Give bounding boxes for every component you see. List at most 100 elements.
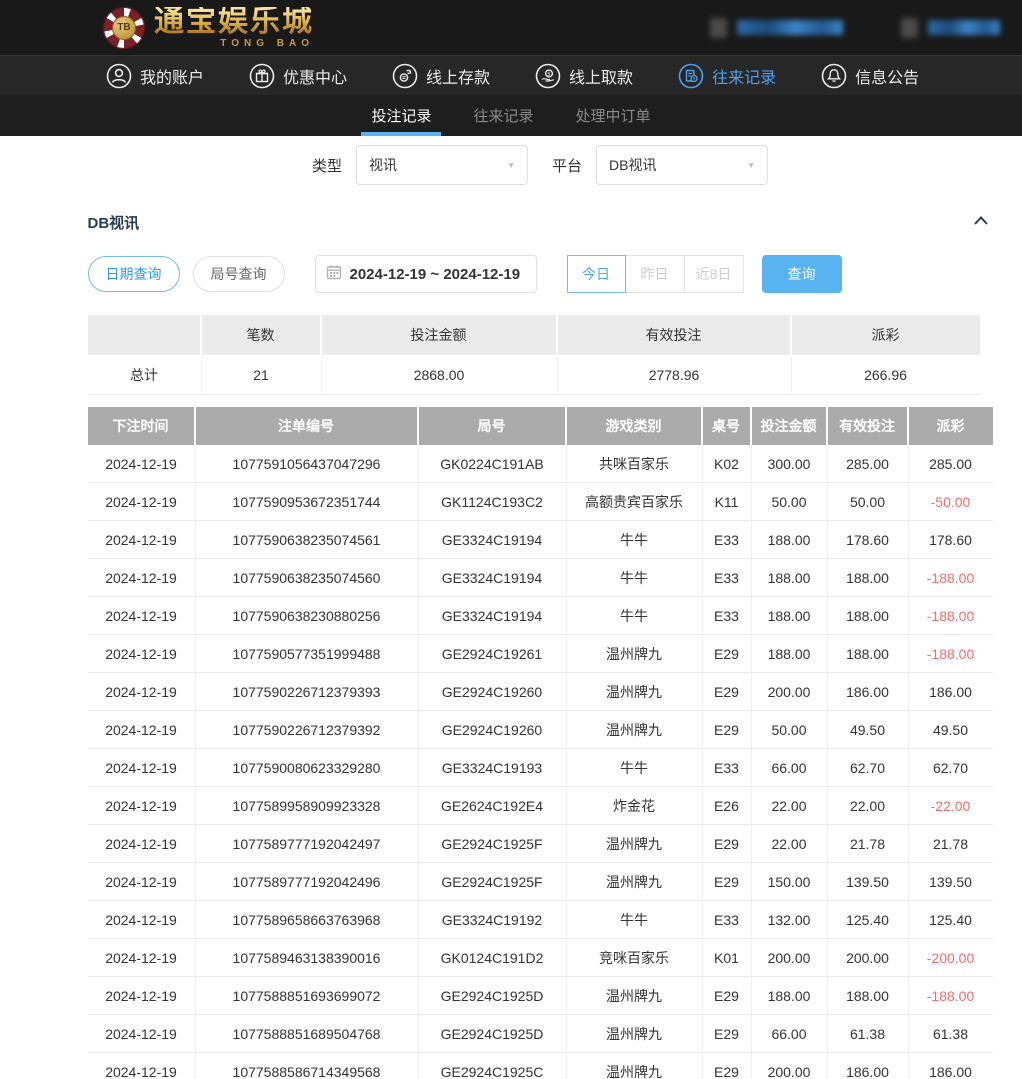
nav-item-deposit[interactable]: 线上存款 bbox=[392, 63, 490, 89]
cell-valid-bet: 186.00 bbox=[828, 1053, 909, 1079]
cell-bet-time: 2024-12-19 bbox=[88, 673, 196, 711]
yesterday-button[interactable]: 昨日 bbox=[626, 255, 685, 293]
summary-valid-bet: 2778.96 bbox=[558, 355, 792, 395]
search-button[interactable]: 查询 bbox=[762, 255, 842, 293]
table-row: 2024-12-19 1077588586714349568 GE2924C19… bbox=[88, 1053, 993, 1079]
cell-table-no: E33 bbox=[703, 749, 752, 787]
cell-bet-time: 2024-12-19 bbox=[88, 1015, 196, 1053]
date-range-value: 2024-12-19 ~ 2024-12-19 bbox=[350, 266, 521, 283]
cell-valid-bet: 188.00 bbox=[828, 597, 909, 635]
tab-pending-orders[interactable]: 处理中订单 bbox=[574, 95, 653, 136]
cell-round-no: GK1124C193C2 bbox=[419, 483, 567, 521]
user-balance-redacted[interactable] bbox=[710, 18, 843, 38]
chip-monogram: TB bbox=[112, 16, 136, 40]
round-query-button[interactable]: 局号查询 bbox=[193, 256, 285, 292]
cell-valid-bet: 188.00 bbox=[828, 635, 909, 673]
collapse-section-button[interactable] bbox=[969, 211, 993, 233]
table-row: 2024-12-19 1077590638235074561 GE3324C19… bbox=[88, 521, 993, 559]
casino-chip-icon: TB bbox=[103, 7, 145, 49]
cell-payout: -188.00 bbox=[909, 597, 993, 635]
cell-bet-amount: 188.00 bbox=[752, 521, 828, 559]
cell-bet-amount: 22.00 bbox=[752, 787, 828, 825]
col-header-order-no: 注单编号 bbox=[196, 407, 419, 445]
cell-bet-amount: 188.00 bbox=[752, 559, 828, 597]
cell-order-no: 1077590080623329280 bbox=[196, 749, 419, 787]
cell-order-no: 1077590226712379392 bbox=[196, 711, 419, 749]
platform-filter-label: 平台 bbox=[552, 155, 582, 176]
type-select-value: 视讯 bbox=[369, 155, 507, 175]
site-logo[interactable]: TB 通宝娱乐城 TONG BAO bbox=[103, 7, 314, 49]
nav-item-announcements[interactable]: 信息公告 bbox=[821, 63, 919, 89]
cell-bet-time: 2024-12-19 bbox=[88, 711, 196, 749]
cell-bet-time: 2024-12-19 bbox=[88, 977, 196, 1015]
summary-header-valid-bet: 有效投注 bbox=[558, 315, 792, 355]
user-icon bbox=[106, 63, 132, 89]
svg-text:$: $ bbox=[547, 71, 551, 77]
summary-payout: 266.96 bbox=[792, 355, 980, 395]
cell-game-type: 牛牛 bbox=[567, 521, 703, 559]
cell-payout: -188.00 bbox=[909, 635, 993, 673]
nav-label: 线上存款 bbox=[426, 64, 490, 88]
cell-order-no: 1077590953672351744 bbox=[196, 483, 419, 521]
cell-order-no: 1077588851689504768 bbox=[196, 1015, 419, 1053]
summary-header-count: 笔数 bbox=[202, 315, 322, 355]
cell-valid-bet: 62.70 bbox=[828, 749, 909, 787]
nav-item-withdraw[interactable]: $ 线上取款 bbox=[535, 63, 633, 89]
cell-bet-amount: 66.00 bbox=[752, 749, 828, 787]
cell-game-type: 温州牌九 bbox=[567, 711, 703, 749]
platform-select[interactable]: DB视讯 ▼ bbox=[596, 145, 768, 185]
cell-bet-amount: 66.00 bbox=[752, 1015, 828, 1053]
table-row: 2024-12-19 1077590638235074560 GE3324C19… bbox=[88, 559, 993, 597]
cell-bet-amount: 200.00 bbox=[752, 1053, 828, 1079]
date-query-button[interactable]: 日期查询 bbox=[88, 256, 180, 292]
col-header-bet-amount: 投注金额 bbox=[752, 407, 828, 445]
nav-item-records[interactable]: 往来记录 bbox=[678, 63, 776, 89]
cell-bet-amount: 188.00 bbox=[752, 977, 828, 1015]
today-button[interactable]: 今日 bbox=[567, 255, 626, 293]
cell-payout: 125.40 bbox=[909, 901, 993, 939]
bet-records-table: 下注时间 注单编号 局号 游戏类别 桌号 投注金额 有效投注 派彩 2024-1… bbox=[88, 407, 993, 1079]
cell-game-type: 牛牛 bbox=[567, 597, 703, 635]
table-row: 2024-12-19 1077591056437047296 GK0224C19… bbox=[88, 445, 993, 483]
cell-valid-bet: 22.00 bbox=[828, 787, 909, 825]
nav-label: 信息公告 bbox=[855, 64, 919, 88]
cell-payout: 62.70 bbox=[909, 749, 993, 787]
cell-round-no: GE2924C19260 bbox=[419, 673, 567, 711]
cell-table-no: E33 bbox=[703, 559, 752, 597]
section-title: DB视讯 bbox=[88, 212, 140, 233]
nav-label: 往来记录 bbox=[712, 64, 776, 88]
cell-bet-time: 2024-12-19 bbox=[88, 901, 196, 939]
cell-payout: -188.00 bbox=[909, 977, 993, 1015]
cell-round-no: GE2924C19261 bbox=[419, 635, 567, 673]
cell-game-type: 温州牌九 bbox=[567, 1053, 703, 1079]
table-row: 2024-12-19 1077590638230880256 GE3324C19… bbox=[88, 597, 993, 635]
type-select[interactable]: 视讯 ▼ bbox=[356, 145, 528, 185]
section-header: DB视讯 bbox=[88, 211, 993, 233]
tab-transaction-records[interactable]: 往来记录 bbox=[471, 95, 535, 136]
cell-game-type: 牛牛 bbox=[567, 559, 703, 597]
cell-payout: -50.00 bbox=[909, 483, 993, 521]
cell-round-no: GE3324C19192 bbox=[419, 901, 567, 939]
cell-bet-amount: 188.00 bbox=[752, 635, 828, 673]
cell-payout: 186.00 bbox=[909, 1053, 993, 1079]
user-info-blurred bbox=[928, 20, 1000, 35]
cell-table-no: E29 bbox=[703, 825, 752, 863]
query-toolbar: 日期查询 局号查询 2024-12-19 ~ 2024-12-19 今日 昨日 … bbox=[88, 255, 993, 293]
table-row: 2024-12-19 1077588851693699072 GE2924C19… bbox=[88, 977, 993, 1015]
cell-table-no: E29 bbox=[703, 1053, 752, 1079]
cell-valid-bet: 50.00 bbox=[828, 483, 909, 521]
last-8-days-button[interactable]: 近8日 bbox=[685, 255, 744, 293]
nav-item-my-account[interactable]: 我的账户 bbox=[106, 63, 204, 89]
summary-total-row: 总计 21 2868.00 2778.96 266.96 bbox=[88, 355, 980, 395]
cell-game-type: 共咪百家乐 bbox=[567, 445, 703, 483]
tab-bet-records[interactable]: 投注记录 bbox=[369, 95, 433, 136]
logo-subtitle: TONG BAO bbox=[220, 39, 314, 49]
nav-item-promotions[interactable]: 优惠中心 bbox=[249, 63, 347, 89]
cell-order-no: 1077588586714349568 bbox=[196, 1053, 419, 1079]
col-header-payout: 派彩 bbox=[909, 407, 993, 445]
cell-valid-bet: 186.00 bbox=[828, 673, 909, 711]
user-name-redacted[interactable] bbox=[901, 18, 1000, 38]
date-range-input[interactable]: 2024-12-19 ~ 2024-12-19 bbox=[315, 255, 537, 293]
cell-bet-time: 2024-12-19 bbox=[88, 445, 196, 483]
bet-table-body: 2024-12-19 1077591056437047296 GK0224C19… bbox=[88, 445, 993, 1079]
